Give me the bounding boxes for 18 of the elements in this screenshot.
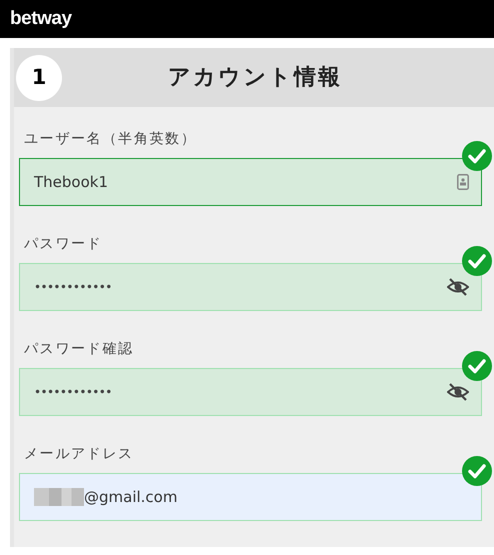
input-field[interactable]: @gmail.com	[19, 473, 482, 521]
field-value: ••••••••••••	[34, 279, 112, 296]
field-label: パスワード確認	[23, 340, 135, 358]
contact-card-icon[interactable]	[457, 174, 469, 190]
input-field[interactable]: ••••••••••••	[19, 368, 482, 416]
section-title: アカウント情報	[166, 64, 344, 92]
field-label: メールアドレス	[23, 445, 135, 463]
logo[interactable]: betway	[10, 4, 72, 34]
hide-password-icon[interactable]	[447, 382, 469, 402]
field-value: @gmail.com	[84, 486, 178, 508]
field-label: ユーザー名（半角英数）	[23, 130, 198, 148]
input-field[interactable]: ••••••••••••	[19, 263, 482, 311]
step-number: 1	[16, 54, 62, 100]
field-label: パスワード	[23, 235, 104, 253]
input-field[interactable]: Thebook1	[19, 158, 482, 206]
hide-password-icon[interactable]	[447, 277, 469, 297]
field-value: ••••••••••••	[34, 384, 112, 401]
field-value: Thebook1	[34, 172, 108, 193]
